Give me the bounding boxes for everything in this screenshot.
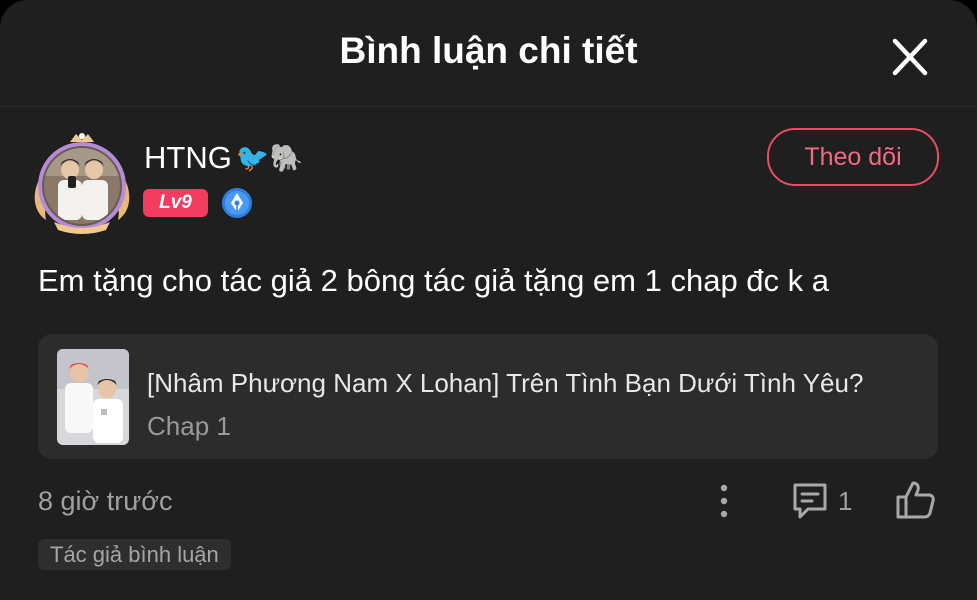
comment-icon — [793, 483, 827, 519]
avatar[interactable] — [32, 130, 132, 234]
header: Bình luận chi tiết — [0, 0, 977, 107]
story-card[interactable]: [Nhâm Phương Nam X Lohan] Trên Tình Bạn … — [38, 334, 938, 459]
thumbs-up-icon — [896, 481, 935, 519]
username[interactable]: HTNG 🐦🐘 — [144, 140, 303, 176]
story-thumbnail — [57, 349, 129, 445]
reply-count: 1 — [838, 486, 853, 516]
comment-text: Em tặng cho tác giả 2 bông tác giả tặng … — [38, 263, 829, 298]
avatar-frame — [34, 133, 130, 234]
close-icon — [892, 38, 928, 76]
more-vertical-icon — [720, 484, 728, 518]
username-text: HTNG — [144, 140, 232, 175]
reply-button[interactable]: 1 — [790, 480, 860, 522]
story-chapter: Chap 1 — [147, 411, 231, 441]
story-title: [Nhâm Phương Nam X Lohan] Trên Tình Bạn … — [147, 368, 864, 398]
like-button[interactable] — [894, 478, 938, 522]
author-tag: Tác giả bình luận — [38, 539, 231, 570]
pen-nib-icon — [221, 187, 253, 219]
timestamp: 8 giờ trước — [38, 486, 173, 516]
more-options-button[interactable] — [712, 481, 736, 521]
level-badge: Lv9 — [143, 189, 208, 217]
username-emojis: 🐦🐘 — [235, 143, 304, 173]
comment-detail-sheet: Bình luận chi tiết HTNG 🐦🐘 Lv9 Theo dõi … — [0, 0, 977, 600]
page-title: Bình luận chi tiết — [339, 30, 638, 71]
follow-button[interactable]: Theo dõi — [767, 128, 939, 186]
close-button[interactable] — [884, 34, 936, 80]
